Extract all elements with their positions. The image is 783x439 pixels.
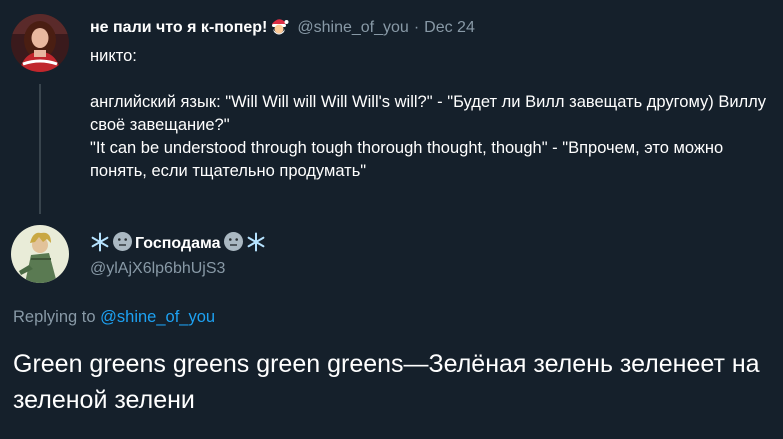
display-name[interactable]: Господама <box>135 235 221 253</box>
tweet-date[interactable]: Dec 24 <box>424 19 475 37</box>
neutral-face-emoji <box>223 231 244 257</box>
tweet-line: английский язык: "Will Will will Will Wi… <box>90 93 767 134</box>
avatar[interactable] <box>11 14 69 72</box>
separator-dot: · <box>413 19 420 36</box>
replying-prefix: Replying to <box>13 308 96 326</box>
user-handle[interactable]: @shine_of_you <box>297 19 408 37</box>
tweet-header: не пали что я к-попер! @shine_of_you · D… <box>90 17 475 39</box>
tweet-line: "It can be understood through tough thor… <box>90 139 724 180</box>
santa-face-emoji <box>269 16 289 41</box>
avatar-image <box>11 225 69 283</box>
thread-connector-line <box>39 84 41 214</box>
snowflake-emoji <box>90 232 110 257</box>
tweet-header: Господама <box>90 232 266 256</box>
avatar[interactable] <box>11 225 69 283</box>
tweet-line: никто: <box>90 47 137 65</box>
display-name[interactable]: не пали что я к-попер! <box>90 19 267 37</box>
tweet-text: никто: английский язык: "Will Will will … <box>90 45 770 183</box>
avatar-image <box>11 14 69 72</box>
user-handle[interactable]: @ylAjX6lp6bhUjS3 <box>90 260 225 278</box>
replying-to: Replying to @shine_of_you <box>13 308 215 327</box>
neutral-face-emoji <box>112 231 133 257</box>
main-tweet-text: Green greens greens green greens—Зелёная… <box>13 350 760 414</box>
replying-handle-link[interactable]: @shine_of_you <box>100 308 215 326</box>
snowflake-emoji <box>246 232 266 257</box>
